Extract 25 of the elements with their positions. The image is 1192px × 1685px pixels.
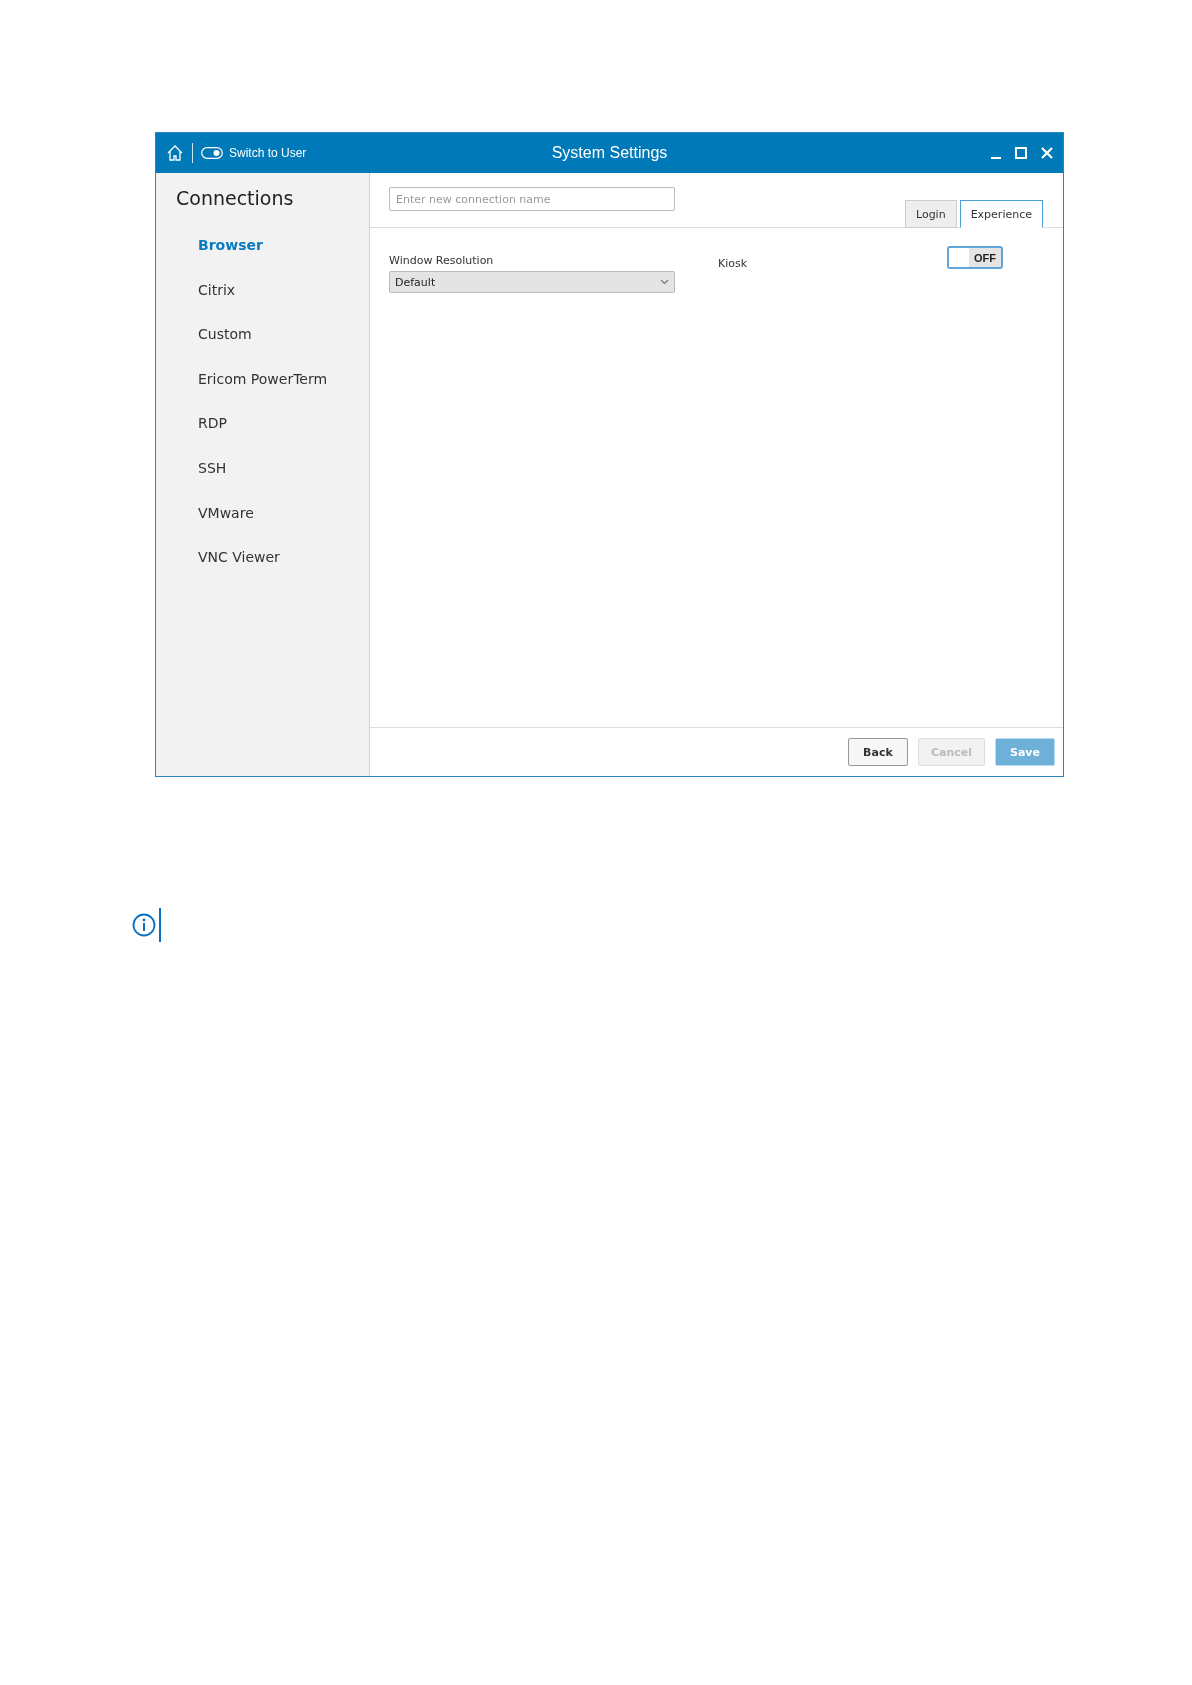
close-icon[interactable] — [1041, 147, 1053, 159]
connection-name-field[interactable]: Enter new connection name — [389, 187, 675, 211]
footer-button[interactable]: Back — [847, 738, 908, 766]
window-resolution-label: Window Resolution — [389, 254, 495, 267]
sidebar-item[interactable]: Custom — [156, 326, 252, 369]
sidebar-item[interactable]: RDP — [156, 415, 227, 458]
sidebar-item[interactable]: SSH — [156, 459, 227, 503]
sidebar-item[interactable]: VMware — [156, 504, 254, 548]
toggle-icon — [201, 147, 223, 159]
tab[interactable]: Login — [904, 200, 957, 228]
kiosk-label: Kiosk — [718, 257, 748, 271]
sidebar-item[interactable]: VNC Viewer — [156, 549, 280, 592]
sidebar-item[interactable]: Citrix — [156, 281, 236, 325]
home-icon[interactable] — [166, 144, 184, 162]
tab[interactable]: Experience — [959, 200, 1043, 228]
kiosk-toggle[interactable]: OFF — [947, 246, 1003, 269]
sidebar-item[interactable]: Ericom PowerTerm — [156, 370, 328, 414]
sidebar-item[interactable]: Browser — [156, 237, 263, 280]
maximize-icon[interactable] — [1015, 147, 1027, 159]
info-icon — [132, 913, 156, 937]
window-resolution-dropdown[interactable]: Default — [389, 271, 675, 293]
window-title: System Settings — [551, 144, 668, 162]
chevron-down-icon — [660, 279, 669, 285]
sidebar-title: Connections — [175, 187, 295, 209]
switch-to-user-toggle[interactable]: Switch to User — [201, 146, 307, 160]
